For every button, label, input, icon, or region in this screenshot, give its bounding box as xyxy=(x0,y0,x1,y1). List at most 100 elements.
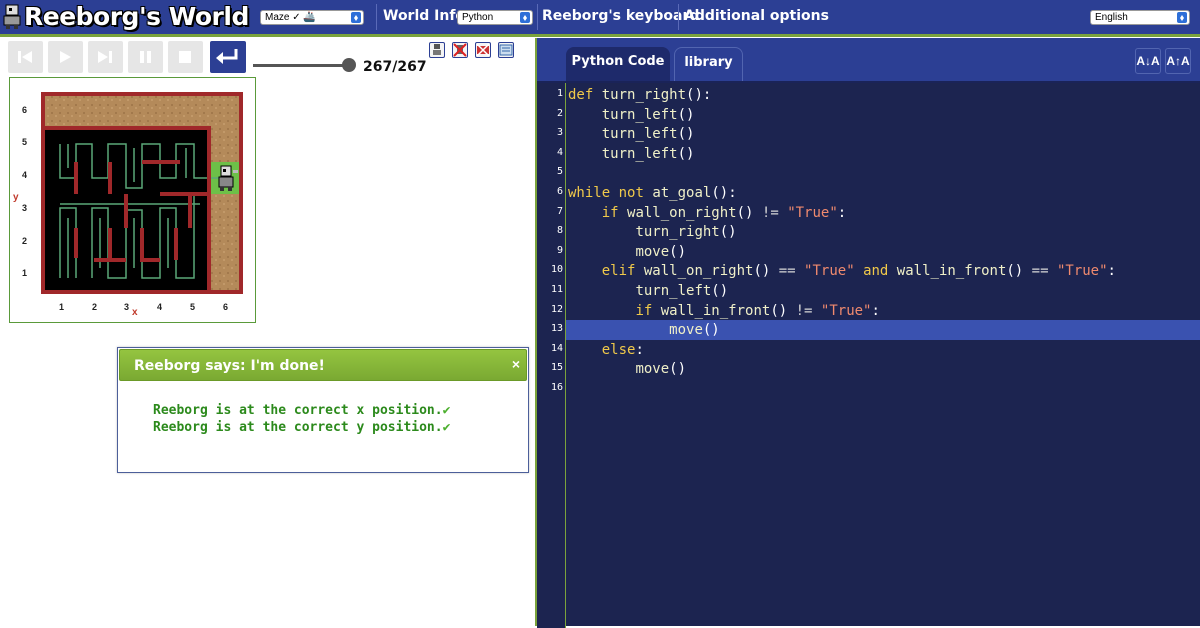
step-slider-thumb[interactable] xyxy=(342,58,356,72)
code-editor[interactable]: 1 2 3 4 5 6 7 8 9 10 11 12 13 14 15 16 def turn_right()… xyxy=(537,81,1200,628)
code-line[interactable]: else: xyxy=(568,340,644,360)
code-line[interactable]: if wall_on_right() != "True": xyxy=(568,203,846,223)
remove-robot-icon[interactable] xyxy=(452,42,468,58)
delete-world-icon[interactable] xyxy=(475,42,491,58)
top-header: Reeborg's World Maze ✓ 🚢 World Info Pyth… xyxy=(0,0,1200,37)
line-number: 14 xyxy=(550,342,563,354)
reeborg-keyboard-button[interactable]: Reeborg's keyboard xyxy=(542,8,699,24)
code-line[interactable]: while not at_goal(): xyxy=(568,183,737,203)
reeborg-says-dialog: Reeborg says: I'm done! × Reeborg is at … xyxy=(117,347,529,473)
dialog-titlebar[interactable]: Reeborg says: I'm done! × xyxy=(119,349,527,381)
x-axis-label: x xyxy=(132,307,138,318)
line-number: 4 xyxy=(556,146,563,158)
go-to-start-button[interactable] xyxy=(8,41,43,73)
line-number: 7 xyxy=(556,205,563,217)
line-number: 5 xyxy=(556,166,563,178)
robot-x-glyph xyxy=(453,43,467,57)
decrease-font-button[interactable]: A↓A xyxy=(1135,48,1161,74)
line-number: 8 xyxy=(556,225,563,237)
step-button[interactable] xyxy=(88,41,123,73)
robot-info-icon[interactable] xyxy=(429,42,445,58)
y-tick-4: 4 xyxy=(22,170,27,180)
x-tick-4: 4 xyxy=(157,302,162,312)
world-x-glyph xyxy=(476,43,490,57)
step-forward-icon xyxy=(98,51,112,63)
dialog-line-y-text: Reeborg is at the correct y position. xyxy=(153,420,443,435)
return-arrow-icon xyxy=(216,49,238,64)
header-divider xyxy=(537,4,538,30)
x-tick-6: 6 xyxy=(223,302,228,312)
maze-world: 1 2 3 4 5 6 1 2 3 4 5 6 y x xyxy=(13,92,243,318)
line-number-gutter: 1 2 3 4 5 6 7 8 9 10 11 12 13 14 15 16 xyxy=(537,83,566,628)
line-number: 11 xyxy=(550,284,563,295)
ui-language-value: English xyxy=(1095,12,1128,23)
header-divider xyxy=(376,4,377,30)
world-canvas[interactable]: 1 2 3 4 5 6 1 2 3 4 5 6 y x xyxy=(9,77,256,323)
x-tick-5: 5 xyxy=(190,302,195,312)
additional-options-button[interactable]: Additional options xyxy=(684,8,829,24)
app-title: Reeborg's World xyxy=(24,2,249,31)
y-tick-6: 6 xyxy=(22,105,27,115)
code-line[interactable]: turn_left() xyxy=(568,144,695,164)
line-number: 1 xyxy=(556,88,563,99)
y-axis-label: y xyxy=(13,192,19,203)
y-tick-2: 2 xyxy=(22,236,27,246)
chevron-updown-icon xyxy=(1177,12,1187,23)
play-icon xyxy=(60,51,71,63)
line-number: 13 xyxy=(550,323,563,335)
pause-icon xyxy=(140,51,151,63)
run-button[interactable] xyxy=(48,41,83,73)
header-divider xyxy=(678,4,679,30)
dialog-line-x-text: Reeborg is at the correct x position. xyxy=(153,403,443,418)
edit-glyph xyxy=(499,44,513,56)
editor-panel: Python Code library A↓A A↑A 1 2 3 4 5 6 7 8 9 10 1… xyxy=(535,38,1200,628)
x-tick-1: 1 xyxy=(59,302,64,312)
language-select-value: Python xyxy=(462,12,494,23)
language-select[interactable]: Python xyxy=(457,10,533,25)
line-number: 15 xyxy=(550,362,563,374)
checkmark-icon: ✔ xyxy=(442,403,451,418)
step-counter: 267/267 xyxy=(363,59,427,75)
x-tick-2: 2 xyxy=(92,302,97,312)
line-number: 10 xyxy=(550,264,563,276)
world-select[interactable]: Maze ✓ 🚢 xyxy=(260,10,364,25)
line-number: 9 xyxy=(556,244,563,256)
robot-mini-glyph xyxy=(433,44,441,55)
code-line[interactable]: turn_left() xyxy=(568,105,695,125)
code-line[interactable]: move() xyxy=(568,320,720,340)
pause-button[interactable] xyxy=(128,41,163,73)
line-number: 12 xyxy=(550,303,563,315)
y-tick-1: 1 xyxy=(22,268,27,278)
code-line[interactable]: turn_left() xyxy=(568,124,695,144)
stop-button[interactable] xyxy=(168,41,203,73)
code-line[interactable]: if wall_in_front() != "True": xyxy=(568,301,879,321)
edit-world-icon[interactable] xyxy=(498,42,514,58)
header-accent-bar xyxy=(0,34,1200,37)
dialog-message-y: Reeborg is at the correct y position.✔ xyxy=(153,420,450,435)
ui-language-select[interactable]: English xyxy=(1090,10,1190,25)
chevron-updown-icon xyxy=(520,12,530,23)
y-tick-5: 5 xyxy=(22,137,27,147)
code-line[interactable]: def turn_right(): xyxy=(568,85,711,105)
code-line[interactable]: turn_left() xyxy=(568,281,728,301)
x-tick-3: 3 xyxy=(124,302,129,312)
dialog-message-x: Reeborg is at the correct x position.✔ xyxy=(153,403,450,418)
checkmark-icon: ✔ xyxy=(442,420,451,435)
close-icon[interactable]: × xyxy=(512,356,520,372)
code-line[interactable]: move() xyxy=(568,359,686,379)
y-tick-3: 3 xyxy=(22,203,27,213)
step-slider-track[interactable] xyxy=(253,64,349,67)
reeborg-logo-icon xyxy=(3,4,21,29)
line-number: 16 xyxy=(550,382,563,393)
tab-python-code[interactable]: Python Code xyxy=(566,47,670,81)
code-line[interactable]: elif wall_on_right() == "True" and wall_… xyxy=(568,261,1116,281)
line-number: 2 xyxy=(556,107,563,119)
reload-button[interactable] xyxy=(210,41,246,73)
world-select-value: Maze ✓ 🚢 xyxy=(265,12,316,23)
code-line[interactable]: move() xyxy=(568,242,686,262)
world-info-button[interactable]: World Info xyxy=(383,8,465,24)
line-number: 3 xyxy=(556,127,563,139)
code-line[interactable]: turn_right() xyxy=(568,222,736,242)
increase-font-button[interactable]: A↑A xyxy=(1165,48,1191,74)
tab-library[interactable]: library xyxy=(674,47,743,81)
